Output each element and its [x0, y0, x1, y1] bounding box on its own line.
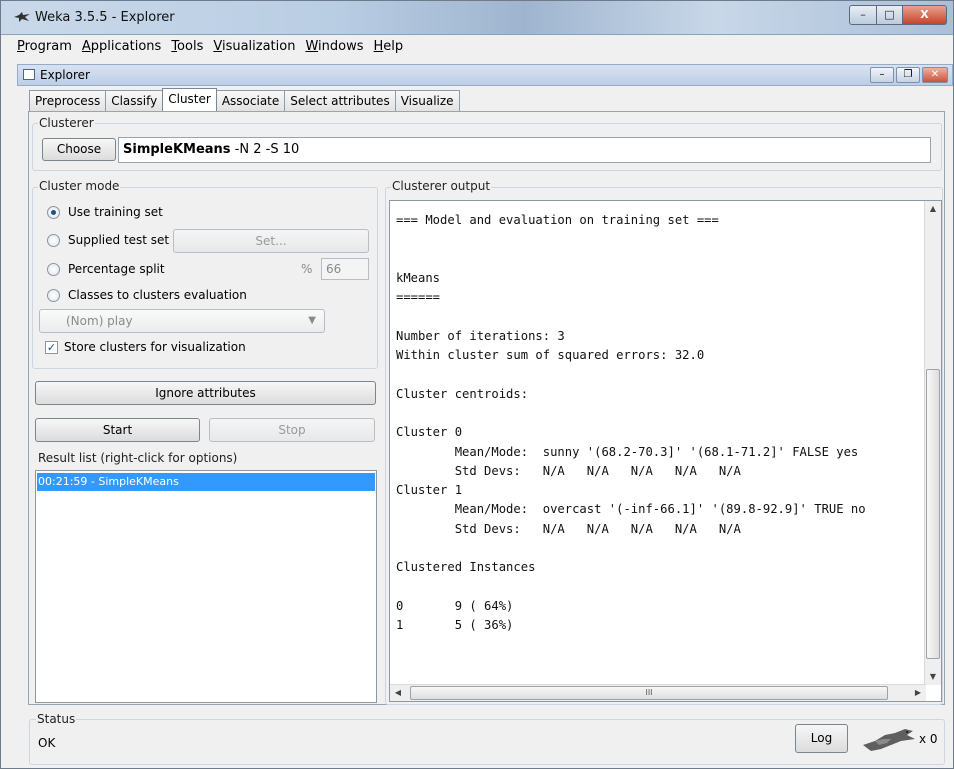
classes-to-clusters-radio[interactable] — [47, 288, 60, 302]
tab-bar: Preprocess Classify Cluster Associate Se… — [29, 88, 460, 112]
percentage-split-option[interactable]: Percentage split — [47, 262, 165, 276]
classes-to-clusters-option[interactable]: Classes to clusters evaluation — [47, 288, 247, 302]
scroll-left-arrow-icon[interactable]: ◀ — [390, 685, 406, 701]
ignore-attributes-button[interactable]: Ignore attributes — [35, 381, 376, 405]
frame-icon — [23, 69, 35, 80]
maximize-button[interactable]: □ — [877, 5, 903, 25]
list-item[interactable]: 00:21:59 - SimpleKMeans — [37, 473, 375, 491]
frame-title: Explorer — [40, 68, 90, 82]
clusterer-config-field[interactable]: SimpleKMeans -N 2 -S 10 — [118, 137, 931, 163]
status-label: Status — [36, 712, 77, 726]
frame-minimize-button[interactable]: – — [870, 67, 894, 83]
clusterer-group-label: Clusterer — [38, 116, 95, 130]
tab-cluster[interactable]: Cluster — [162, 88, 217, 112]
menu-applications[interactable]: Applications — [82, 39, 161, 61]
minimize-button[interactable]: – — [849, 5, 877, 25]
result-list[interactable]: 00:21:59 - SimpleKMeans — [35, 470, 377, 703]
vertical-scrollbar[interactable]: ▲ ▼ — [924, 201, 941, 685]
clusterer-output-area[interactable]: === Model and evaluation on training set… — [389, 200, 942, 702]
percentage-split-radio[interactable] — [47, 262, 60, 276]
use-training-set-radio[interactable] — [47, 205, 60, 219]
chevron-down-icon: ▼ — [308, 315, 316, 326]
window-title: Weka 3.5.5 - Explorer — [35, 10, 175, 25]
clusterer-output-label: Clusterer output — [391, 179, 492, 193]
scroll-right-arrow-icon[interactable]: ▶ — [910, 685, 926, 701]
class-attribute-select[interactable]: (Nom) play ▼ — [39, 309, 325, 333]
choose-button[interactable]: Choose — [42, 138, 116, 161]
vertical-scroll-thumb[interactable] — [926, 369, 940, 659]
weka-bird-icon — [13, 11, 31, 25]
start-button[interactable]: Start — [35, 418, 200, 442]
tab-select-attributes[interactable]: Select attributes — [284, 90, 396, 111]
set-test-set-button[interactable]: Set... — [173, 229, 369, 253]
weka-explorer-window: Weka 3.5.5 - Explorer – □ X Program Appl… — [0, 0, 954, 769]
supplied-test-set-radio[interactable] — [47, 233, 60, 247]
weka-bird-status-icon — [861, 727, 917, 753]
explorer-frame-title-bar[interactable]: Explorer – ❐ ✕ — [17, 64, 953, 86]
tab-associate[interactable]: Associate — [215, 90, 286, 111]
title-bar[interactable]: Weka 3.5.5 - Explorer – □ X — [1, 1, 953, 35]
result-list-label: Result list (right-click for options) — [38, 451, 238, 465]
store-clusters-checkbox[interactable]: ✓ — [45, 340, 58, 354]
frame-restore-button[interactable]: ❐ — [896, 67, 920, 83]
scroll-down-arrow-icon[interactable]: ▼ — [925, 669, 941, 685]
scroll-up-arrow-icon[interactable]: ▲ — [925, 201, 941, 217]
menu-tools[interactable]: Tools — [171, 39, 203, 61]
tab-preprocess[interactable]: Preprocess — [29, 90, 107, 111]
output-text: === Model and evaluation on training set… — [396, 213, 866, 633]
use-training-set-option[interactable]: Use training set — [47, 205, 163, 219]
task-count: x 0 — [919, 732, 938, 746]
status-text: OK — [38, 736, 56, 750]
menu-visualization[interactable]: Visualization — [213, 39, 295, 61]
frame-close-button[interactable]: ✕ — [922, 67, 948, 83]
cluster-mode-label: Cluster mode — [38, 179, 121, 193]
percentage-split-field[interactable]: 66 — [321, 258, 369, 280]
close-button[interactable]: X — [903, 5, 947, 25]
tab-visualize[interactable]: Visualize — [394, 90, 460, 111]
tab-classify[interactable]: Classify — [105, 90, 164, 111]
horizontal-scroll-thumb[interactable]: III — [410, 686, 888, 700]
horizontal-scrollbar[interactable]: ◀ III ▶ — [390, 684, 926, 701]
menu-program[interactable]: Program — [17, 39, 72, 61]
log-button[interactable]: Log — [795, 724, 848, 753]
menu-help[interactable]: Help — [374, 39, 404, 61]
frame-controls: – ❐ ✕ — [868, 67, 948, 83]
window-controls: – □ X — [849, 5, 947, 25]
menu-bar: Program Applications Tools Visualization… — [17, 39, 413, 61]
stop-button[interactable]: Stop — [209, 418, 375, 442]
supplied-test-set-option[interactable]: Supplied test set — [47, 233, 169, 247]
menu-windows[interactable]: Windows — [305, 39, 363, 61]
percent-symbol: % — [301, 262, 313, 276]
store-clusters-option[interactable]: ✓ Store clusters for visualization — [45, 340, 246, 354]
